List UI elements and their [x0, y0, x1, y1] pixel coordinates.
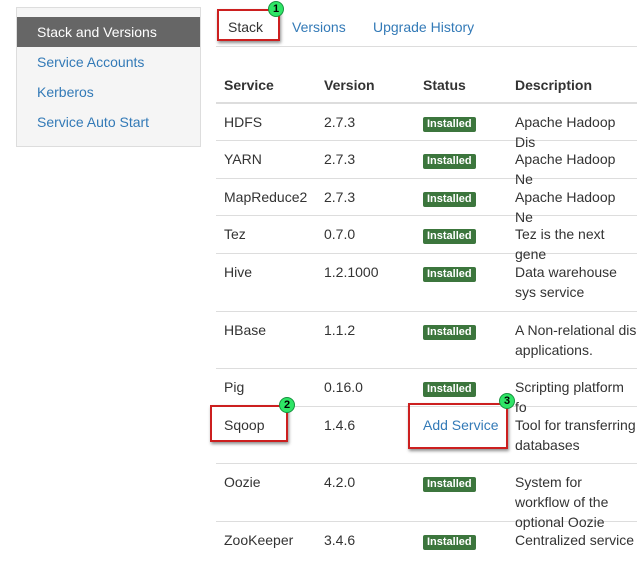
service-name: HBase	[224, 322, 267, 338]
status-badge: Installed	[423, 229, 476, 244]
service-name: MapReduce2	[224, 189, 308, 205]
service-name: Pig	[224, 379, 245, 395]
service-description: A Non-relational dis applications.	[515, 322, 637, 358]
service-version: 1.2.1000	[324, 264, 379, 280]
highlight-sqoop	[210, 405, 288, 442]
status-cell: Installed	[423, 187, 476, 207]
service-name: Hive	[224, 264, 253, 280]
status-badge: Installed	[423, 267, 476, 282]
service-name: HDFS	[224, 114, 263, 130]
status-cell: Installed	[423, 530, 476, 550]
service-version: 0.7.0	[324, 226, 356, 242]
status-badge: Installed	[423, 477, 476, 492]
service-version: 1.1.2	[324, 322, 356, 338]
highlight-add-service	[408, 403, 508, 449]
sidebar-item-service-accounts[interactable]: Service Accounts	[17, 47, 200, 77]
service-description: Data warehouse sys service	[515, 264, 617, 300]
table-row: HBase 1.1.2 Installed A Non-relational d…	[216, 312, 637, 369]
table-row: Oozie 4.2.0 Installed System for workflo…	[216, 464, 637, 530]
service-version: 3.4.6	[324, 532, 356, 548]
header-service: Service	[224, 77, 274, 93]
status-cell: Installed	[423, 224, 476, 244]
service-name: ZooKeeper	[224, 532, 294, 548]
header-version: Version	[324, 77, 375, 93]
status-cell: Installed	[423, 112, 476, 132]
service-name: Tez	[224, 226, 246, 242]
status-badge: Installed	[423, 154, 476, 169]
service-description: Tool for transferring databases	[515, 417, 636, 453]
step-marker-3: 3	[499, 393, 515, 409]
table-row: ZooKeeper 3.4.6 Installed Centralized se…	[216, 522, 637, 562]
step-marker-1: 1	[268, 1, 284, 17]
status-cell: Installed	[423, 149, 476, 169]
header-status: Status	[423, 77, 466, 93]
status-badge: Installed	[423, 192, 476, 207]
status-badge: Installed	[423, 117, 476, 132]
table-row: HDFS 2.7.3 Installed Apache Hadoop Dis	[216, 104, 637, 150]
sidebar-nav: Stack and Versions Service Accounts Kerb…	[16, 7, 201, 147]
service-version: 2.7.3	[324, 114, 356, 130]
table-row: Hive 1.2.1000 Installed Data warehouse s…	[216, 254, 637, 312]
status-cell: Installed	[423, 377, 476, 397]
service-name: YARN	[224, 151, 262, 167]
service-version: 2.7.3	[324, 189, 356, 205]
table-row: MapReduce2 2.7.3 Installed Apache Hadoop…	[216, 179, 637, 225]
service-description: Centralized service	[515, 532, 635, 548]
status-cell: Installed	[423, 320, 476, 340]
status-badge: Installed	[423, 325, 476, 340]
status-cell: Installed	[423, 472, 476, 492]
step-marker-2: 2	[279, 397, 295, 413]
status-badge: Installed	[423, 382, 476, 397]
services-table: Service Version Status Description HDFS …	[216, 65, 637, 562]
table-row: Tez 0.7.0 Installed Tez is the next gene	[216, 216, 637, 262]
service-version: 1.4.6	[324, 417, 356, 433]
tab-versions[interactable]: Versions	[292, 16, 346, 38]
header-description: Description	[515, 77, 593, 93]
tab-upgrade-history[interactable]: Upgrade History	[373, 16, 474, 38]
status-cell: Installed	[423, 262, 476, 282]
sidebar-item-kerberos[interactable]: Kerberos	[17, 77, 200, 107]
table-header: Service Version Status Description	[216, 65, 637, 104]
service-name: Oozie	[224, 474, 261, 490]
status-badge: Installed	[423, 535, 476, 550]
sidebar-item-service-auto-start[interactable]: Service Auto Start	[17, 107, 200, 137]
table-row: YARN 2.7.3 Installed Apache Hadoop Ne	[216, 141, 637, 187]
tab-divider	[216, 46, 637, 47]
service-version: 0.16.0	[324, 379, 363, 395]
sidebar-item-stack-and-versions[interactable]: Stack and Versions	[17, 17, 200, 47]
service-version: 2.7.3	[324, 151, 356, 167]
service-version: 4.2.0	[324, 474, 356, 490]
